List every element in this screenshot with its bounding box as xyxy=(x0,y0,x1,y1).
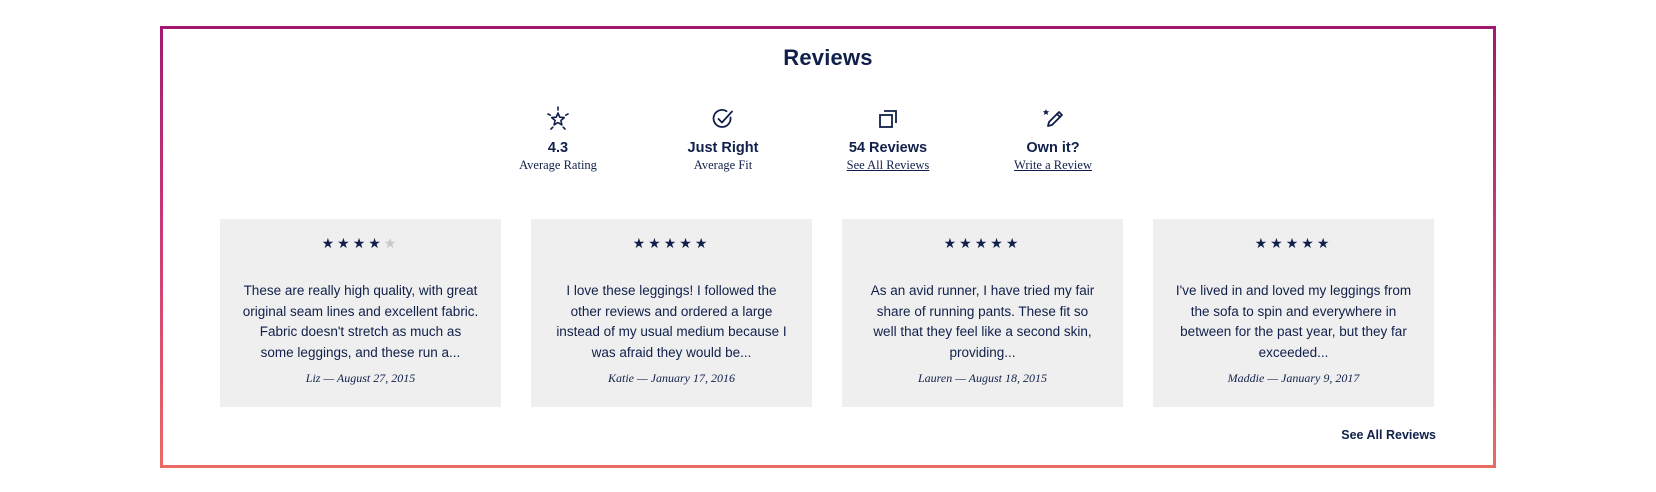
star-filled-icon: ★ xyxy=(1316,236,1333,252)
star-filled-icon: ★ xyxy=(1270,236,1286,252)
see-all-reviews-link[interactable]: See All Reviews xyxy=(808,158,968,173)
star-filled-icon: ★ xyxy=(694,236,711,252)
star-filled-icon: ★ xyxy=(1005,236,1022,252)
review-author-date: Katie — January 17, 2016 xyxy=(608,371,735,385)
stat-write-review: Own it? Write a Review xyxy=(973,105,1133,173)
review-text: As an avid runner, I have tried my fair … xyxy=(870,283,1095,360)
see-all-reviews-button[interactable]: See All Reviews xyxy=(1341,428,1436,442)
review-author-date: Lauren — August 18, 2015 xyxy=(917,371,1047,385)
star-filled-icon: ★ xyxy=(679,236,695,252)
star-filled-icon: ★ xyxy=(1254,236,1271,252)
review-text: I've lived in and loved my leggings from… xyxy=(1175,283,1412,360)
review-author-date: Liz — August 27, 2015 xyxy=(305,371,416,385)
stat-value: 54 Reviews xyxy=(848,140,928,156)
star-filled-icon: ★ xyxy=(321,236,338,252)
stat-label: Average Rating xyxy=(519,158,597,172)
review-card[interactable]: ★★★★★ I love these leggings! I followed … xyxy=(531,219,812,407)
stat-value: 4.3 xyxy=(547,140,569,156)
check-circle-icon xyxy=(712,109,733,128)
stat-average-rating: 4.3 Average Rating xyxy=(478,105,638,173)
star-filled-icon: ★ xyxy=(1301,236,1317,252)
star-filled-icon: ★ xyxy=(959,236,975,252)
pencil-star-icon xyxy=(1042,109,1063,127)
review-card[interactable]: ★★★★★ I've lived in and loved my legging… xyxy=(1153,219,1434,407)
review-card[interactable]: ★★★★★ These are really high quality, wit… xyxy=(220,219,501,407)
rating-stars: ★★★★★ xyxy=(1175,235,1412,253)
review-text: These are really high quality, with grea… xyxy=(242,283,479,360)
reviews-section-border: Reviews 4.3 Average Rating Just Right Av… xyxy=(160,26,1496,468)
star-filled-icon: ★ xyxy=(337,236,353,252)
star-empty-icon: ★ xyxy=(383,236,400,252)
stat-label: Average Fit xyxy=(693,158,753,172)
star-filled-icon: ★ xyxy=(368,236,384,252)
review-text: I love these leggings! I followed the ot… xyxy=(556,283,787,360)
rating-stars: ★★★★★ xyxy=(242,235,479,253)
reviews-title: Reviews xyxy=(783,45,873,70)
stat-value: Just Right xyxy=(687,140,759,156)
reviews-section: Reviews 4.3 Average Rating Just Right Av… xyxy=(163,29,1493,465)
stat-average-fit: Just Right Average Fit xyxy=(643,105,803,173)
star-filled-icon: ★ xyxy=(632,236,649,252)
stat-value: Own it? xyxy=(1026,140,1080,156)
rating-stars: ★★★★★ xyxy=(553,235,790,253)
review-author-date: Maddie — January 9, 2017 xyxy=(1227,371,1360,385)
star-filled-icon: ★ xyxy=(648,236,664,252)
star-filled-icon: ★ xyxy=(990,236,1006,252)
rating-stars: ★★★★★ xyxy=(864,235,1101,253)
star-filled-icon: ★ xyxy=(943,236,960,252)
stat-review-count: 54 Reviews See All Reviews xyxy=(808,105,968,173)
write-review-link[interactable]: Write a Review xyxy=(973,158,1133,173)
review-stats: 4.3 Average Rating Just Right Average Fi… xyxy=(163,105,1493,185)
star-burst-icon xyxy=(547,106,569,130)
review-card[interactable]: ★★★★★ As an avid runner, I have tried my… xyxy=(842,219,1123,407)
star-filled-icon: ★ xyxy=(352,236,369,252)
review-cards: ★★★★★ These are really high quality, wit… xyxy=(220,219,1434,407)
stacked-squares-icon xyxy=(879,110,897,128)
star-filled-icon: ★ xyxy=(663,236,680,252)
star-filled-icon: ★ xyxy=(974,236,991,252)
star-filled-icon: ★ xyxy=(1285,236,1302,252)
